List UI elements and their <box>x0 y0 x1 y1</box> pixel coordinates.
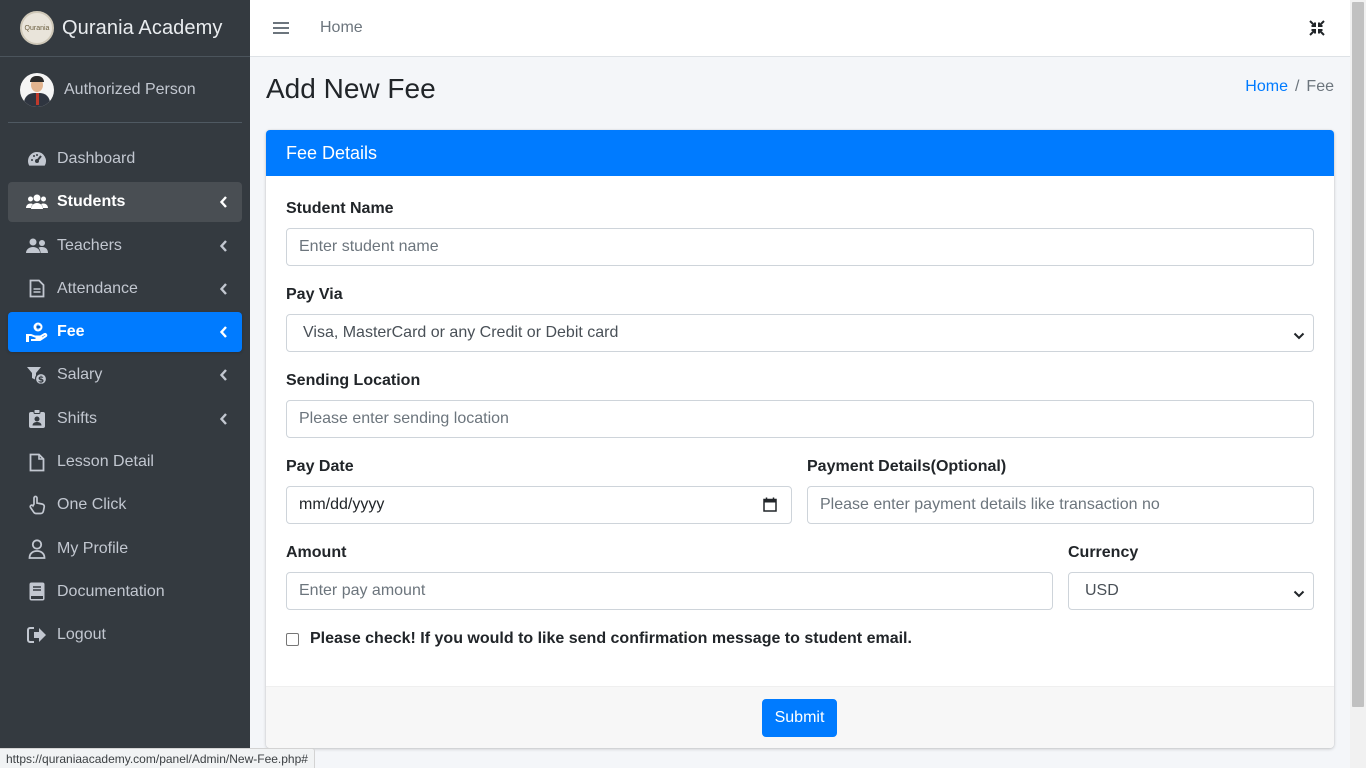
user-friends-icon <box>26 236 48 256</box>
file-icon <box>26 452 48 472</box>
sidebar-item-attendance[interactable]: Attendance <box>8 269 242 309</box>
sidebar-item-label: Students <box>57 193 126 211</box>
sidebar-item-label: Salary <box>57 366 103 384</box>
sidebar-item-teachers[interactable]: Teachers <box>8 226 242 266</box>
brand-link[interactable]: Qurania Qurania Academy <box>0 0 250 57</box>
coins-icon: $ <box>26 365 48 386</box>
currency-selected: USD <box>1085 582 1119 599</box>
payment-details-label: Payment Details(Optional) <box>807 458 1007 475</box>
book-icon <box>26 582 48 602</box>
file-alt-icon <box>26 279 48 299</box>
page-title: Add New Fee <box>266 73 436 104</box>
confirmation-checkbox-label[interactable]: Please check! If you would to like send … <box>310 630 912 648</box>
student-name-placeholder: Enter student name <box>299 238 439 255</box>
id-badge-icon <box>26 408 48 429</box>
chevron-down-icon <box>1293 328 1305 346</box>
card-footer: Submit <box>266 686 1334 748</box>
student-name-input[interactable]: Enter student name <box>286 228 1314 266</box>
sidebar-item-label: Fee <box>57 323 85 341</box>
sending-location-label: Sending Location <box>286 372 421 389</box>
breadcrumb-home-link[interactable]: Home <box>1245 78 1288 95</box>
sidebar: Qurania Qurania Academy Authorized Perso… <box>0 0 250 768</box>
sending-location-input[interactable]: Please enter sending location <box>286 400 1314 438</box>
sidebar-item-label: Teachers <box>57 236 122 254</box>
menu-toggle-icon[interactable] <box>273 19 289 37</box>
scrollbar-thumb[interactable] <box>1352 2 1364 707</box>
sidebar-item-my-profile[interactable]: My Profile <box>8 529 242 569</box>
amount-placeholder: Enter pay amount <box>299 582 426 599</box>
card-body: Student Name Enter student name Pay Via … <box>266 176 1334 686</box>
status-url: https://quraniaacademy.com/panel/Admin/N… <box>6 751 308 766</box>
chevron-left-icon <box>219 239 228 257</box>
sidebar-item-dashboard[interactable]: Dashboard <box>8 139 242 179</box>
amount-input[interactable]: Enter pay amount <box>286 572 1053 610</box>
sidebar-item-documentation[interactable]: Documentation <box>8 572 242 612</box>
sidebar-item-lesson-detail[interactable]: Lesson Detail <box>8 442 242 482</box>
currency-select[interactable]: USD <box>1068 572 1314 610</box>
currency-label: Currency <box>1068 544 1139 561</box>
chevron-left-icon <box>219 368 228 386</box>
breadcrumb-current: Fee <box>1306 78 1334 95</box>
confirmation-checkbox-row: Please check! If you would to like send … <box>286 630 912 648</box>
browser-status-bar: https://quraniaacademy.com/panel/Admin/N… <box>0 748 315 768</box>
sidebar-item-logout[interactable]: Logout <box>8 615 242 655</box>
student-name-label: Student Name <box>286 200 394 217</box>
sending-location-placeholder: Please enter sending location <box>299 410 509 427</box>
top-navbar: Home <box>250 0 1350 57</box>
avatar <box>20 72 54 107</box>
card-title: Fee Details <box>286 142 378 163</box>
svg-text:$: $ <box>38 376 44 386</box>
brand-name: Qurania Academy <box>62 16 223 39</box>
sidebar-item-shifts[interactable]: Shifts <box>8 399 242 439</box>
sign-out-icon <box>26 625 48 645</box>
sidebar-item-students[interactable]: Students <box>8 182 242 223</box>
user-icon <box>26 539 48 559</box>
page-scrollbar[interactable] <box>1350 0 1366 768</box>
sidebar-item-label: One Click <box>57 496 127 514</box>
sidebar-nav: Dashboard Students Teachers Attendance F… <box>0 139 250 655</box>
sidebar-item-label: Attendance <box>57 279 138 297</box>
chevron-left-icon <box>219 195 228 213</box>
brand-logo: Qurania <box>20 11 54 45</box>
pay-via-select[interactable]: Visa, MasterCard or any Credit or Debit … <box>286 314 1314 352</box>
payment-details-input[interactable]: Please enter payment details like transa… <box>807 486 1314 524</box>
chevron-left-icon <box>219 325 228 343</box>
amount-label: Amount <box>286 544 347 561</box>
pay-date-input[interactable]: mm/dd/yyyy <box>286 486 792 524</box>
user-name[interactable]: Authorized Person <box>64 81 196 99</box>
user-panel[interactable]: Authorized Person <box>8 57 242 123</box>
sidebar-item-label: Shifts <box>57 409 98 427</box>
hand-holding-dollar-icon <box>26 322 48 343</box>
sidebar-item-label: Dashboard <box>57 150 136 167</box>
users-icon <box>26 192 48 212</box>
compress-icon[interactable] <box>1309 20 1325 36</box>
tachometer-icon <box>26 149 48 169</box>
pay-date-label: Pay Date <box>286 458 354 475</box>
sidebar-item-label: Lesson Detail <box>57 453 154 471</box>
sidebar-item-label: Logout <box>57 626 106 644</box>
top-home-link[interactable]: Home <box>320 19 363 37</box>
sidebar-item-salary[interactable]: $ Salary <box>8 355 242 395</box>
sidebar-item-label: My Profile <box>57 539 129 557</box>
submit-button[interactable]: Submit <box>762 699 837 737</box>
confirmation-checkbox[interactable] <box>286 632 299 646</box>
chevron-down-icon <box>1293 586 1305 604</box>
sidebar-item-one-click[interactable]: One Click <box>8 485 242 525</box>
payment-details-placeholder: Please enter payment details like transa… <box>820 496 1160 513</box>
breadcrumb-separator: / <box>1294 78 1300 95</box>
pay-via-selected: Visa, MasterCard or any Credit or Debit … <box>303 324 619 341</box>
hand-pointer-icon <box>26 495 48 515</box>
sidebar-item-fee[interactable]: Fee <box>8 312 242 353</box>
breadcrumb: Home / Fee <box>1245 78 1334 96</box>
pay-date-placeholder: mm/dd/yyyy <box>299 496 385 513</box>
chevron-left-icon <box>219 412 228 430</box>
sidebar-item-label: Documentation <box>57 582 165 600</box>
fee-details-card: Fee Details Student Name Enter student n… <box>266 130 1334 748</box>
calendar-icon[interactable] <box>763 497 777 517</box>
chevron-left-icon <box>219 282 228 300</box>
pay-via-label: Pay Via <box>286 286 343 303</box>
card-header: Fee Details <box>266 130 1334 176</box>
